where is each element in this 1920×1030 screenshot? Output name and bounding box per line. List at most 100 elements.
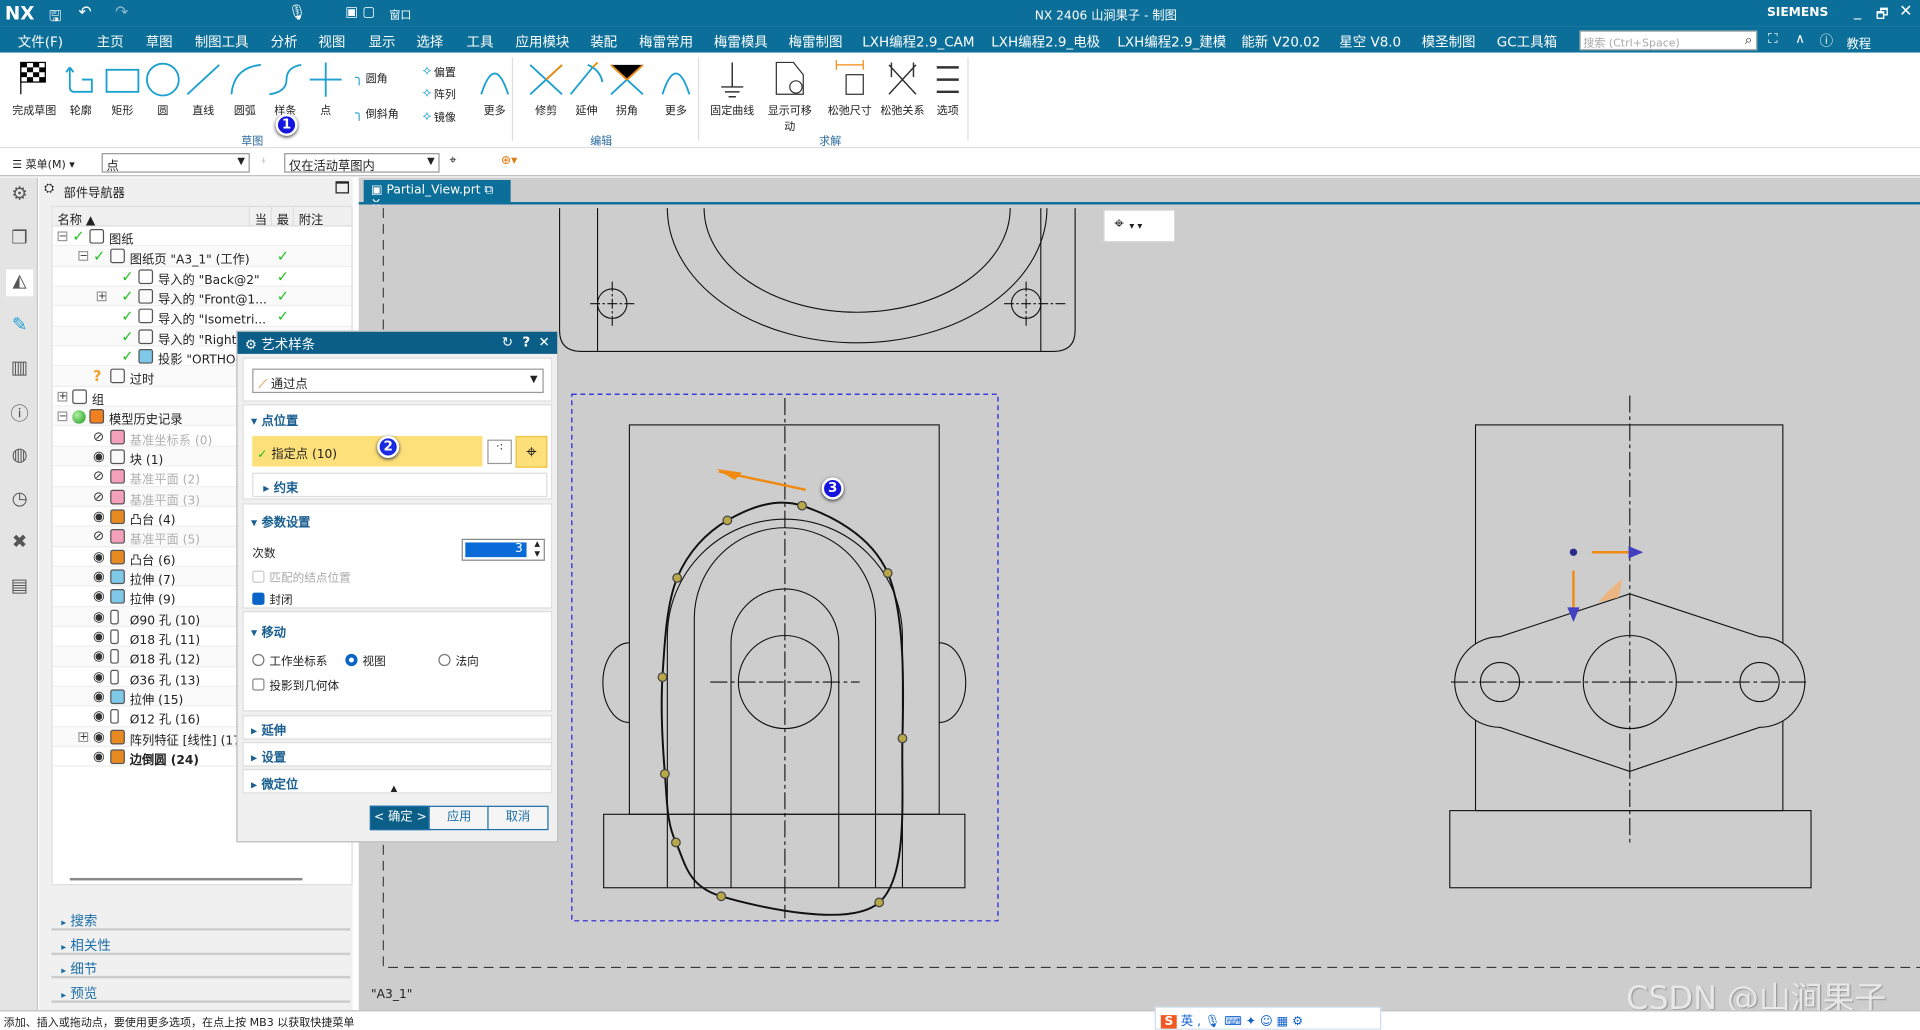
tree-row[interactable]: − ✓ 图纸 xyxy=(52,227,352,247)
fine-position-group[interactable]: ▸ 微定位 xyxy=(242,768,553,794)
tab-13[interactable]: 梅雷制图 xyxy=(789,32,843,52)
solve-btn-0-button[interactable]: 固定曲线 xyxy=(708,58,757,118)
tab-8[interactable]: 工具 xyxy=(467,32,494,52)
gear-icon[interactable]: ⚙ xyxy=(245,337,257,353)
search-input[interactable]: 搜索 (Ctrl+Space) ⌕ xyxy=(1579,30,1758,51)
tab-12[interactable]: 梅雷模具 xyxy=(714,32,768,52)
minimize-button[interactable]: _ xyxy=(1854,2,1861,19)
restore-button[interactable]: 🗗 xyxy=(1876,4,1889,27)
eye-icon[interactable]: ◉ xyxy=(93,508,105,524)
panel-3[interactable]: ▸ 预览 xyxy=(51,980,351,1003)
reset-icon[interactable]: ↻ xyxy=(502,334,513,350)
eye-icon[interactable]: ◉ xyxy=(93,648,105,664)
graphics-window[interactable]: ▣ Partial_View.prt ⧉ ✕ ⌖ ▾ ▾ "A3_1" CSDN… xyxy=(358,177,1920,1018)
radio-normal[interactable]: 法向 xyxy=(438,651,479,669)
column-latest[interactable]: 最 xyxy=(270,206,293,228)
layout-icon[interactable]: ▤ xyxy=(6,574,33,601)
point-position-header[interactable]: ▾ 点位置 xyxy=(251,410,298,428)
solve-btn-3-button[interactable]: 松弛关系 xyxy=(878,58,927,118)
type-filter-select[interactable]: 点 ▼ xyxy=(101,153,250,174)
tutorial-link[interactable]: 教程 xyxy=(1847,33,1871,51)
eye-icon[interactable]: ◉ xyxy=(93,568,105,584)
settings-icon[interactable]: ⚙ xyxy=(6,182,33,209)
panel-0[interactable]: ▸ 搜索 xyxy=(51,909,351,931)
info-icon[interactable]: ⓘ xyxy=(6,400,33,427)
search-icon[interactable]: ⌕ xyxy=(1745,32,1753,49)
sketch-small-4-button[interactable]: ⟡ 镜像 xyxy=(422,108,455,125)
tools-icon[interactable]: ✖ xyxy=(6,530,33,557)
parameter-header[interactable]: ▾ 参数设置 xyxy=(251,512,310,530)
point-snap-button[interactable]: ⌖ xyxy=(515,435,548,468)
reuse-library-icon[interactable]: ▥ xyxy=(6,356,33,383)
tree-row[interactable]: ✓ 导入的 "Back@2" ✓ xyxy=(52,267,352,287)
horizontal-scrollbar[interactable] xyxy=(69,877,303,881)
tab-17[interactable]: 能新 V20.02 xyxy=(1241,32,1320,52)
ok-button[interactable]: < 确定 > xyxy=(369,805,432,831)
collapse-icon[interactable]: − xyxy=(57,411,68,422)
window-menu[interactable]: 窗口 xyxy=(389,6,411,22)
ime-toolbar[interactable]: S 英 ‚ 🎙 ⌨ ✦ ☺ ▦ ⚙ xyxy=(1154,1006,1382,1030)
point-dialog-button[interactable]: ·: xyxy=(487,439,512,465)
eye-icon[interactable]: ◉ xyxy=(93,748,105,764)
window-icon[interactable]: ▣ ▢ xyxy=(345,4,375,20)
undo-icon[interactable]: ↶ xyxy=(78,4,91,22)
filter-icon[interactable]: ⍖ xyxy=(260,154,267,167)
sketch-small-3-button[interactable]: ⟡ 阵列 xyxy=(422,84,455,101)
menu-button[interactable]: ☰ 菜单(M) ▾ xyxy=(12,156,75,171)
maximize-panel-button[interactable] xyxy=(335,181,349,194)
edit-more-button[interactable]: 更多 xyxy=(651,58,700,118)
sketch-btn-0-button[interactable]: 完成草图 xyxy=(10,58,59,118)
eye-hidden-icon[interactable]: ⊘ xyxy=(93,528,104,544)
eye-icon[interactable]: ◉ xyxy=(93,628,105,644)
expand-icon[interactable]: + xyxy=(57,391,68,402)
tab-4[interactable]: 分析 xyxy=(271,32,298,52)
history-icon[interactable]: ◷ xyxy=(6,487,33,514)
help-icon[interactable]: ? xyxy=(522,334,530,350)
mic-icon[interactable]: 🎙 xyxy=(288,4,307,21)
redo-icon[interactable]: ↷ xyxy=(115,4,128,22)
tab-6[interactable]: 显示 xyxy=(369,32,396,52)
tab-18[interactable]: 星空 V8.0 xyxy=(1339,32,1401,52)
tab-partial-view[interactable]: ▣ Partial_View.prt ⧉ ✕ xyxy=(363,180,511,211)
apply-button[interactable]: 应用 xyxy=(428,805,490,831)
view-orient-widget[interactable]: ⌖ ▾ ▾ xyxy=(1103,209,1176,243)
tree-row[interactable]: − ✓ 图纸页 "A3_1" (工作) ✓ xyxy=(52,246,352,267)
eye-icon[interactable]: ◉ xyxy=(93,688,105,704)
panel-2[interactable]: ▸ 细节 xyxy=(51,956,351,979)
degree-value[interactable]: 3 xyxy=(465,542,527,558)
closed-checkbox[interactable]: 封闭 xyxy=(252,590,293,607)
tab-3[interactable]: 制图工具 xyxy=(195,32,249,52)
column-notes[interactable]: 附注 xyxy=(292,206,352,228)
collapse-icon[interactable]: − xyxy=(57,231,68,242)
tab-0[interactable]: 文件(F) xyxy=(18,32,63,52)
eye-icon[interactable]: ◉ xyxy=(93,588,105,604)
expand-icon[interactable]: + xyxy=(78,731,89,742)
assembly-nav-icon[interactable]: ❒ xyxy=(6,226,33,253)
tab-1[interactable]: 主页 xyxy=(97,32,124,52)
extend-group[interactable]: ▸ 延伸 xyxy=(242,715,553,740)
point-snap-icon[interactable]: ⊕▾ xyxy=(501,154,517,167)
close-button[interactable]: ✕ xyxy=(1899,2,1912,20)
snap-icon[interactable]: ⌖ xyxy=(449,154,456,167)
tab-7[interactable]: 选择 xyxy=(416,32,443,52)
eye-icon[interactable]: ◉ xyxy=(93,668,105,684)
tab-16[interactable]: LXH编程2.9_建模 xyxy=(1117,32,1226,52)
eye-hidden-icon[interactable]: ⊘ xyxy=(93,428,104,444)
sogou-icon[interactable]: S xyxy=(1160,1015,1177,1029)
tab-9[interactable]: 应用模块 xyxy=(516,32,570,52)
match-knots-checkbox[interactable]: 匹配的结点位置 xyxy=(252,568,351,585)
eye-icon[interactable]: ◉ xyxy=(93,548,105,564)
help-icon[interactable]: ⓘ xyxy=(1820,31,1833,51)
solve-btn-1-button[interactable]: 显示可移动 xyxy=(765,58,814,133)
sketch-nav-icon[interactable]: ✎ xyxy=(6,313,33,340)
radio-wcs[interactable]: 工作坐标系 xyxy=(252,651,328,669)
sketch-btn-7-button[interactable]: 点 xyxy=(301,58,350,118)
solve-btn-4-button[interactable]: 选项 xyxy=(923,58,972,118)
tab-14[interactable]: LXH编程2.9_CAM xyxy=(862,32,974,52)
project-checkbox[interactable]: 投影到几何体 xyxy=(252,676,339,693)
specify-point-row[interactable]: ✓ 指定点 (10) xyxy=(252,435,483,467)
eye-icon[interactable]: ◉ xyxy=(93,608,105,624)
solve-btn-2-button[interactable]: 松弛尺寸 xyxy=(825,58,874,118)
edit-btn-2-button[interactable]: 拐角 xyxy=(602,58,651,118)
degree-spinner[interactable]: 3 ▲ ▼ xyxy=(461,538,545,561)
